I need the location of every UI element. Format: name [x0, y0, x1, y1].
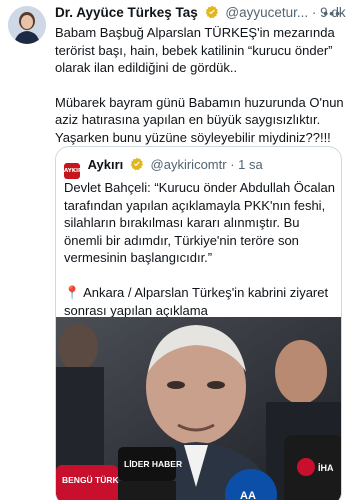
- tweet-header: Dr. Ayyüce Türkeş Taş @ayyucetur... · 9 …: [55, 4, 346, 24]
- aykiri-logo: AYKIRI: [64, 163, 84, 179]
- tweet[interactable]: Dr. Ayyüce Türkeş Taş @ayyucetur... · 9 …: [0, 0, 349, 500]
- mic-label: AA: [240, 490, 256, 500]
- tweet-paragraph: Mübarek bayram günü Babamın huzurunda O'…: [55, 94, 344, 145]
- separator-dot: ·: [230, 157, 235, 172]
- separator-dot: ·: [311, 5, 317, 20]
- press-photo: BENGÜ TÜRK LİDER HABER İHA AA: [56, 317, 341, 500]
- verified-badge-icon: [205, 5, 219, 24]
- quoted-author-handle[interactable]: @aykiricomtr: [151, 157, 227, 172]
- quoted-tweet[interactable]: AYKIRI Aykırı @aykiricomtr · 1 sa Devlet…: [55, 146, 342, 500]
- verified-badge-icon: [130, 157, 144, 175]
- quoted-tweet-image[interactable]: BENGÜ TÜRK LİDER HABER İHA AA: [56, 317, 341, 500]
- mic-label: İHA: [318, 463, 334, 473]
- quoted-tweet-header: AYKIRI Aykırı @aykiricomtr · 1 sa: [64, 157, 263, 179]
- quoted-timestamp[interactable]: 1 sa: [238, 157, 263, 172]
- quoted-tweet-text: Devlet Bahçeli: “Kurucu önder Abdullah Ö…: [64, 179, 339, 319]
- quoted-author-name[interactable]: Aykırı: [88, 157, 124, 172]
- avatar-image: [8, 6, 46, 44]
- avatar[interactable]: [8, 6, 46, 44]
- quoted-paragraph: 📍 Ankara / Alparslan Türkeş'in kabrini z…: [64, 284, 329, 318]
- tweet-text: Babam Başbuğ Alparslan TÜRKEŞ'in mezarın…: [55, 24, 347, 147]
- mic-label: LİDER HABER: [124, 459, 182, 469]
- mic-label: BENGÜ TÜRK: [62, 475, 120, 485]
- author-handle[interactable]: @ayyucetur...: [225, 5, 308, 20]
- quoted-paragraph: Devlet Bahçeli: “Kurucu önder Abdullah Ö…: [64, 180, 335, 266]
- more-icon[interactable]: •••: [323, 4, 341, 22]
- author-name[interactable]: Dr. Ayyüce Türkeş Taş: [55, 5, 198, 20]
- tweet-paragraph: Babam Başbuğ Alparslan TÜRKEŞ'in mezarın…: [55, 25, 335, 76]
